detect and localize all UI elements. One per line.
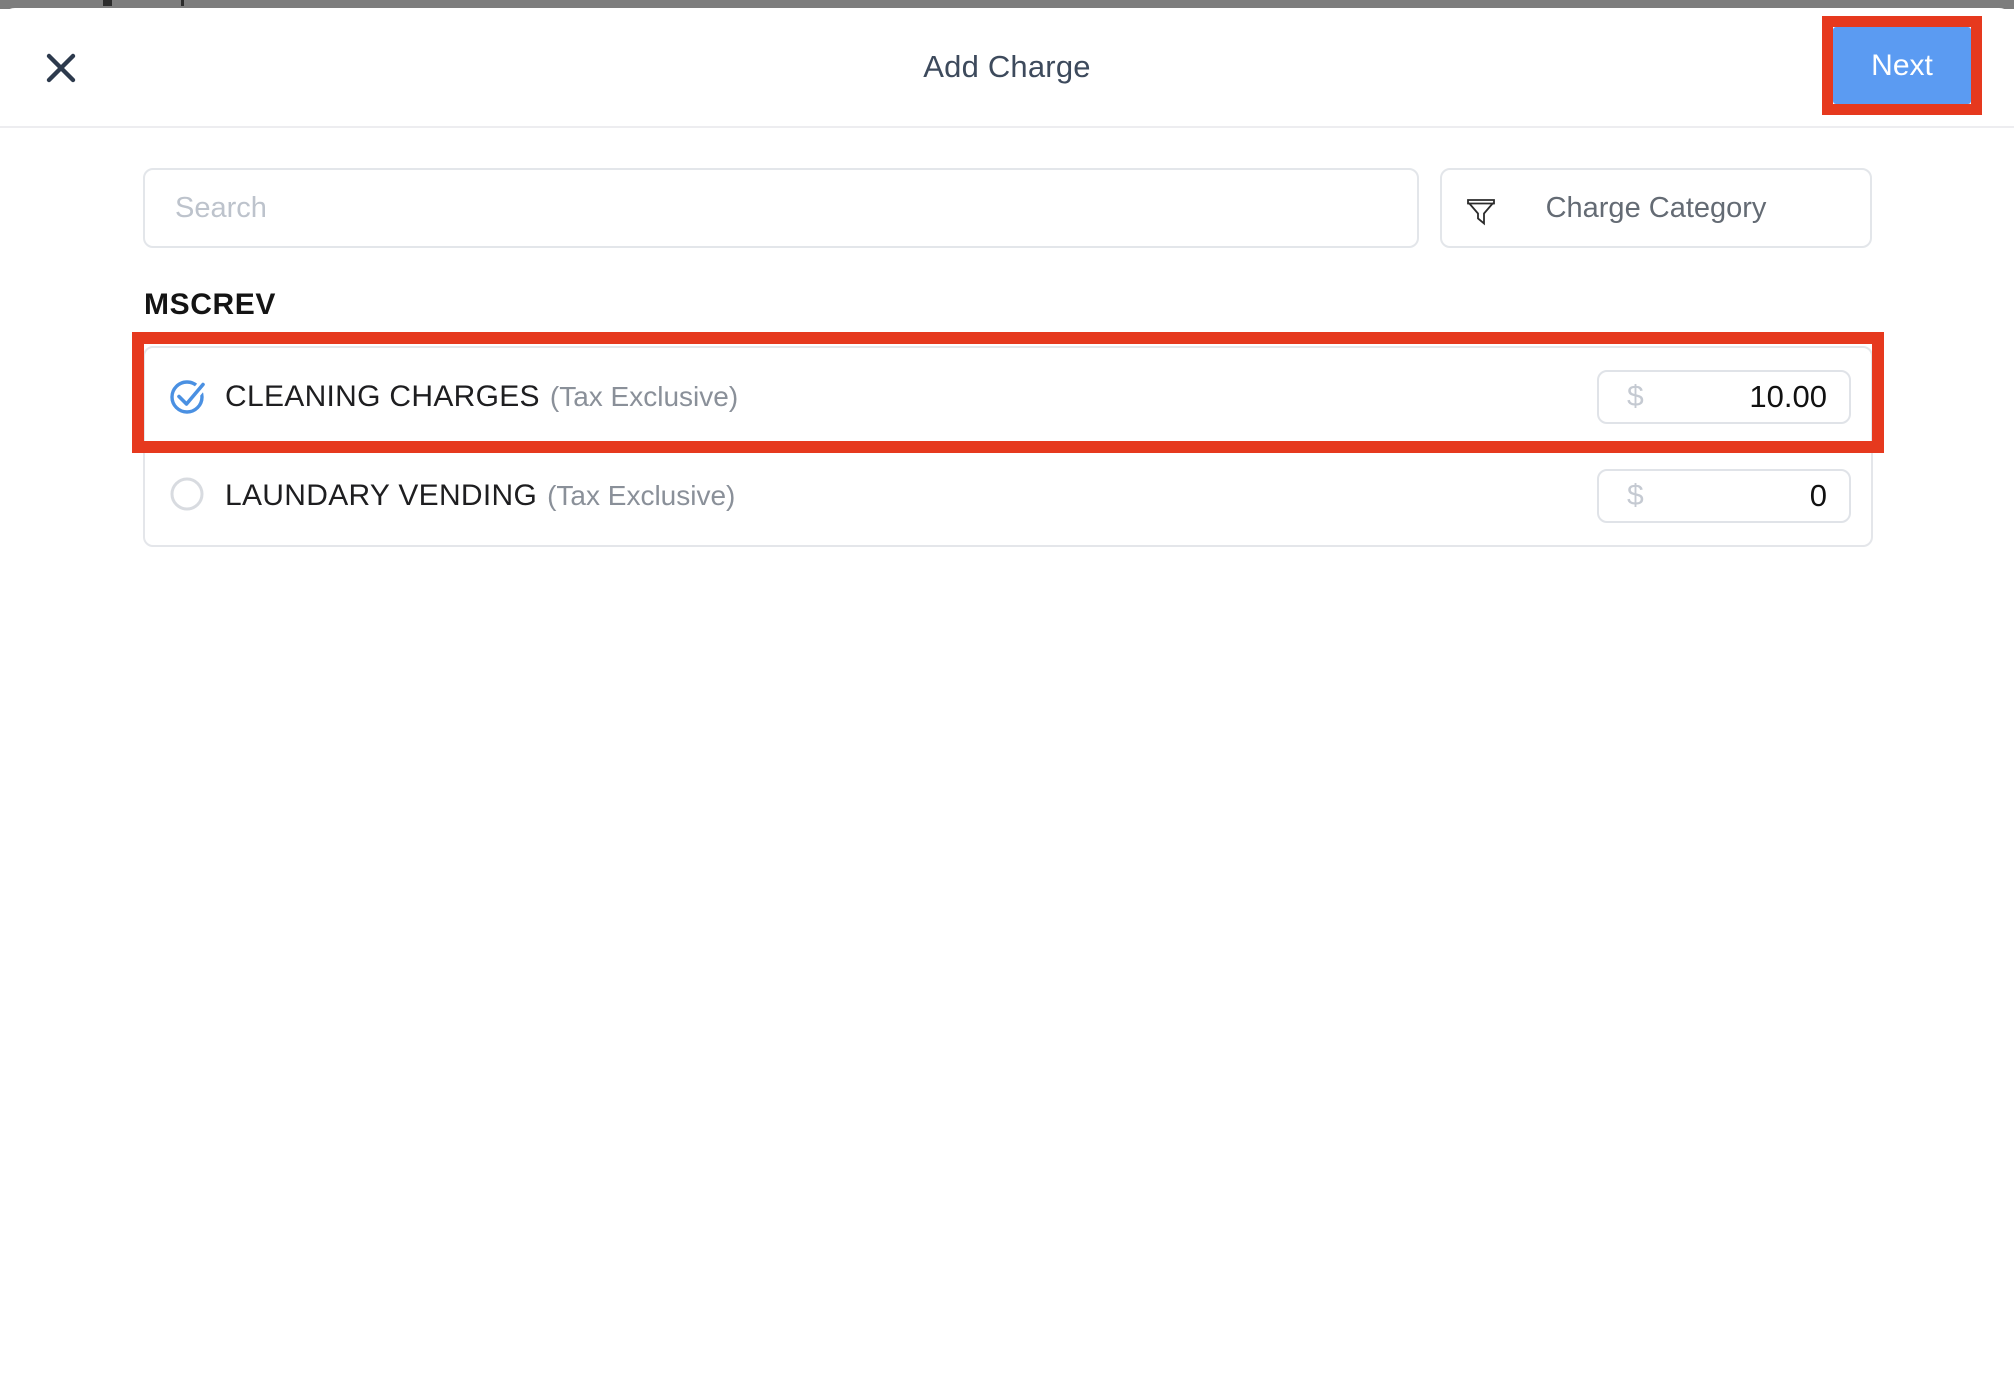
charge-list: CLEANING CHARGES (Tax Exclusive) $ LAUND… bbox=[143, 346, 1873, 547]
charge-row-cleaning-charges[interactable]: CLEANING CHARGES (Tax Exclusive) $ bbox=[145, 348, 1871, 446]
charge-category-filter-button[interactable]: Charge Category bbox=[1440, 168, 1872, 248]
empty-circle-icon[interactable] bbox=[167, 472, 209, 521]
tax-note: (Tax Exclusive) bbox=[547, 480, 735, 512]
amount-input[interactable] bbox=[1644, 478, 1849, 514]
amount-input[interactable] bbox=[1644, 379, 1849, 415]
add-charge-modal: Add Charge Next Charge Category MSCREV C… bbox=[0, 8, 2014, 1380]
close-icon bbox=[43, 50, 79, 89]
currency-symbol: $ bbox=[1599, 380, 1644, 414]
modal-header: Add Charge bbox=[0, 8, 2014, 128]
charge-name: LAUNDARY VENDING bbox=[225, 479, 537, 513]
check-circle-icon[interactable] bbox=[167, 373, 209, 422]
annotation-box-next: Next bbox=[1822, 16, 1982, 115]
amount-field: $ bbox=[1597, 469, 1851, 523]
page-title: Add Charge bbox=[923, 49, 1090, 85]
amount-field: $ bbox=[1597, 370, 1851, 424]
currency-symbol: $ bbox=[1599, 479, 1644, 513]
close-button[interactable] bbox=[38, 46, 84, 92]
tax-note: (Tax Exclusive) bbox=[550, 381, 738, 413]
background-content-fragment bbox=[103, 0, 112, 6]
charge-group-header: MSCREV bbox=[144, 288, 276, 322]
background-content-fragment bbox=[181, 0, 184, 6]
charge-name: CLEANING CHARGES bbox=[225, 380, 540, 414]
funnel-icon bbox=[1464, 192, 1498, 231]
search-input[interactable] bbox=[143, 168, 1419, 248]
next-button[interactable]: Next bbox=[1833, 27, 1971, 104]
filter-button-label: Charge Category bbox=[1442, 192, 1870, 225]
charge-row-laundary-vending[interactable]: LAUNDARY VENDING (Tax Exclusive) $ bbox=[145, 446, 1871, 545]
